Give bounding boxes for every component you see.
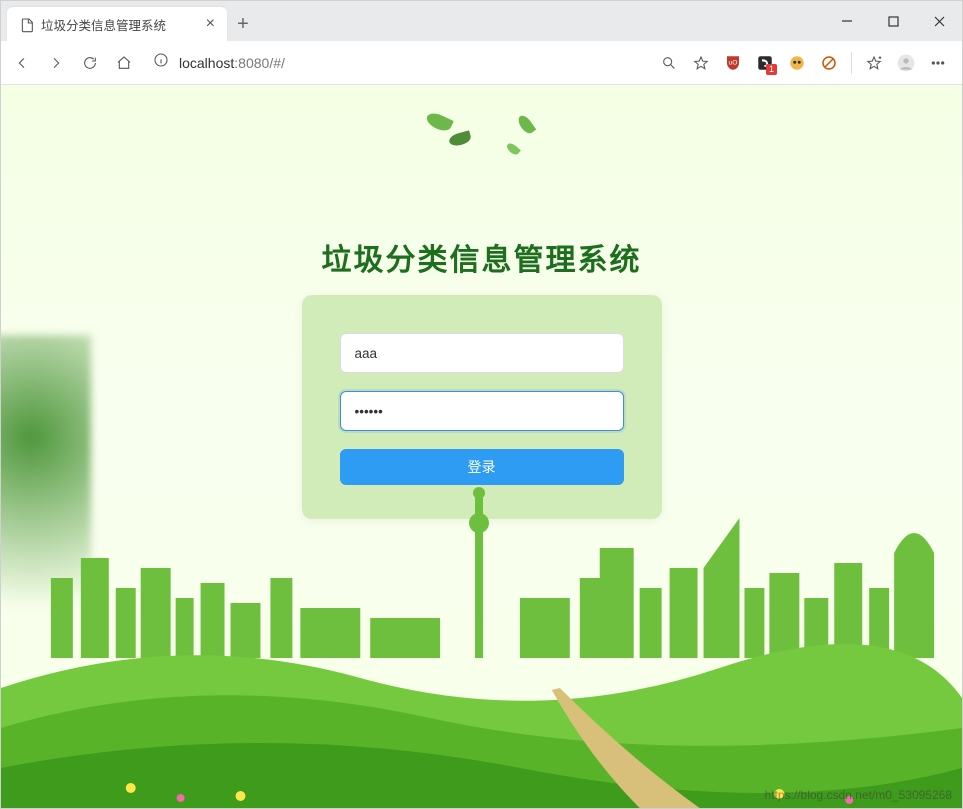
site-info-icon[interactable]: [153, 52, 169, 73]
url-text: localhost:8080/#/: [179, 55, 285, 71]
leaf-decoration-icon: [505, 141, 521, 156]
favorite-star-icon[interactable]: [687, 49, 715, 77]
tab-active[interactable]: 垃圾分类信息管理系统 ×: [7, 7, 227, 41]
window-minimize-button[interactable]: [824, 1, 870, 41]
toolbar-right: uO 1: [655, 49, 952, 77]
page-title: 垃圾分类信息管理系统: [1, 235, 962, 279]
address-bar: localhost:8080/#/ uO 1: [1, 41, 962, 85]
nav-back-button[interactable]: [7, 48, 37, 78]
page-viewport: 垃圾分类信息管理系统 登录: [1, 85, 962, 808]
more-menu-icon[interactable]: [924, 49, 952, 77]
extension-ublock-icon[interactable]: uO: [719, 49, 747, 77]
watermark-text: https://blog.csdn.net/m0_53095268: [765, 788, 952, 802]
nav-forward-button[interactable]: [41, 48, 71, 78]
window-maximize-button[interactable]: [870, 1, 916, 41]
extension-generic2-icon[interactable]: [815, 49, 843, 77]
tab-title: 垃圾分类信息管理系统: [41, 15, 198, 34]
nav-home-button[interactable]: [109, 48, 139, 78]
svg-text:uO: uO: [728, 59, 737, 66]
page-favicon-icon: [19, 17, 33, 31]
ground-decoration-icon: [1, 618, 962, 808]
extension-evernote-badge: 1: [766, 64, 777, 75]
nav-refresh-button[interactable]: [75, 48, 105, 78]
url-field[interactable]: localhost:8080/#/: [143, 48, 651, 78]
leaf-decoration-icon: [448, 130, 472, 147]
tab-close-icon[interactable]: ×: [206, 16, 215, 32]
new-tab-button[interactable]: +: [227, 7, 259, 41]
browser-window: 垃圾分类信息管理系统 × +: [0, 0, 963, 809]
search-in-page-icon[interactable]: [655, 49, 683, 77]
username-input[interactable]: [340, 333, 624, 373]
leaf-decoration-icon: [516, 113, 536, 136]
toolbar-separator: [851, 52, 852, 74]
url-port: :8080: [234, 55, 269, 71]
titlebar: 垃圾分类信息管理系统 × +: [1, 1, 962, 41]
extension-evernote-icon[interactable]: 1: [751, 49, 779, 77]
url-host: localhost: [179, 55, 234, 71]
password-input[interactable]: [340, 391, 624, 431]
collections-icon[interactable]: [860, 49, 888, 77]
tab-strip: 垃圾分类信息管理系统 × +: [1, 1, 824, 41]
url-path: /#/: [269, 55, 285, 71]
window-controls: [824, 1, 962, 41]
profile-avatar-icon[interactable]: [892, 49, 920, 77]
leaf-decoration-icon: [424, 110, 453, 134]
extension-generic1-icon[interactable]: [783, 49, 811, 77]
window-close-button[interactable]: [916, 1, 962, 41]
